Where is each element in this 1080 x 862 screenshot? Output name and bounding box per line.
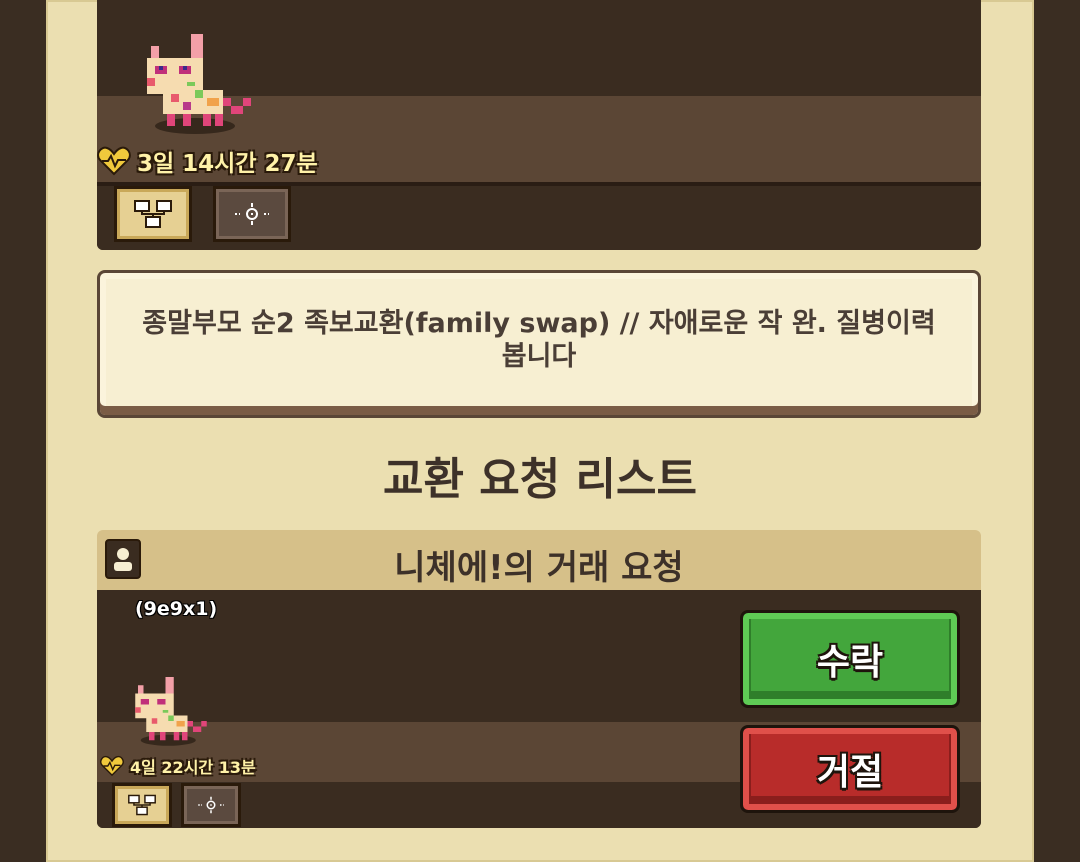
section-title: 교환 요청 리스트 — [383, 454, 697, 505]
request-pet-timer-text: 4일 22시간 13분 — [130, 758, 256, 777]
top-pet-panel: 3일 14시간 27분 — [97, 0, 981, 250]
description-line-2: 봅니다 — [501, 341, 577, 372]
trade-description-text: 종말부모 순2 족보교환(family swap) // 자애로운 작 완. 질… — [120, 307, 958, 373]
accept-button-label: 수락 — [816, 642, 884, 683]
left-border — [0, 0, 46, 862]
request-pet-cat-sprite[interactable] — [127, 674, 215, 746]
target-scan-icon — [198, 796, 224, 814]
trade-description-box: 종말부모 순2 족보교환(family swap) // 자애로운 작 완. 질… — [97, 270, 981, 418]
pet-cat-sprite[interactable] — [135, 30, 263, 134]
heart-pulse-icon — [100, 755, 124, 777]
right-border — [1034, 0, 1080, 862]
top-pet-timer: 3일 14시간 27분 — [97, 144, 318, 178]
top-pet-timer-text: 3일 14시간 27분 — [137, 151, 318, 177]
request-header: 니체에!의 거래 요청 — [97, 530, 981, 590]
family-tree-icon — [134, 200, 172, 228]
scan-button[interactable] — [213, 186, 291, 242]
reject-button[interactable]: 거절 — [740, 725, 960, 813]
accept-button[interactable]: 수락 — [740, 610, 960, 708]
request-title: 니체에!의 거래 요청 — [394, 548, 684, 588]
pet-code: (9e9x1) — [135, 598, 218, 620]
description-line-1: 종말부모 순2 족보교환(family swap) // 자애로운 작 완. 질… — [142, 308, 936, 339]
family-tree-button[interactable] — [114, 186, 192, 242]
request-pet-timer: 4일 22시간 13분 — [100, 754, 256, 778]
request-family-tree-button[interactable] — [112, 783, 172, 827]
target-scan-icon — [235, 203, 269, 225]
heart-pulse-icon — [97, 146, 131, 176]
family-tree-icon — [128, 794, 156, 816]
request-scan-button[interactable] — [181, 783, 241, 827]
request-body: (9e9x1) 4일 22시간 13분 수락 거절 — [97, 590, 981, 828]
reject-button-label: 거절 — [816, 752, 884, 793]
